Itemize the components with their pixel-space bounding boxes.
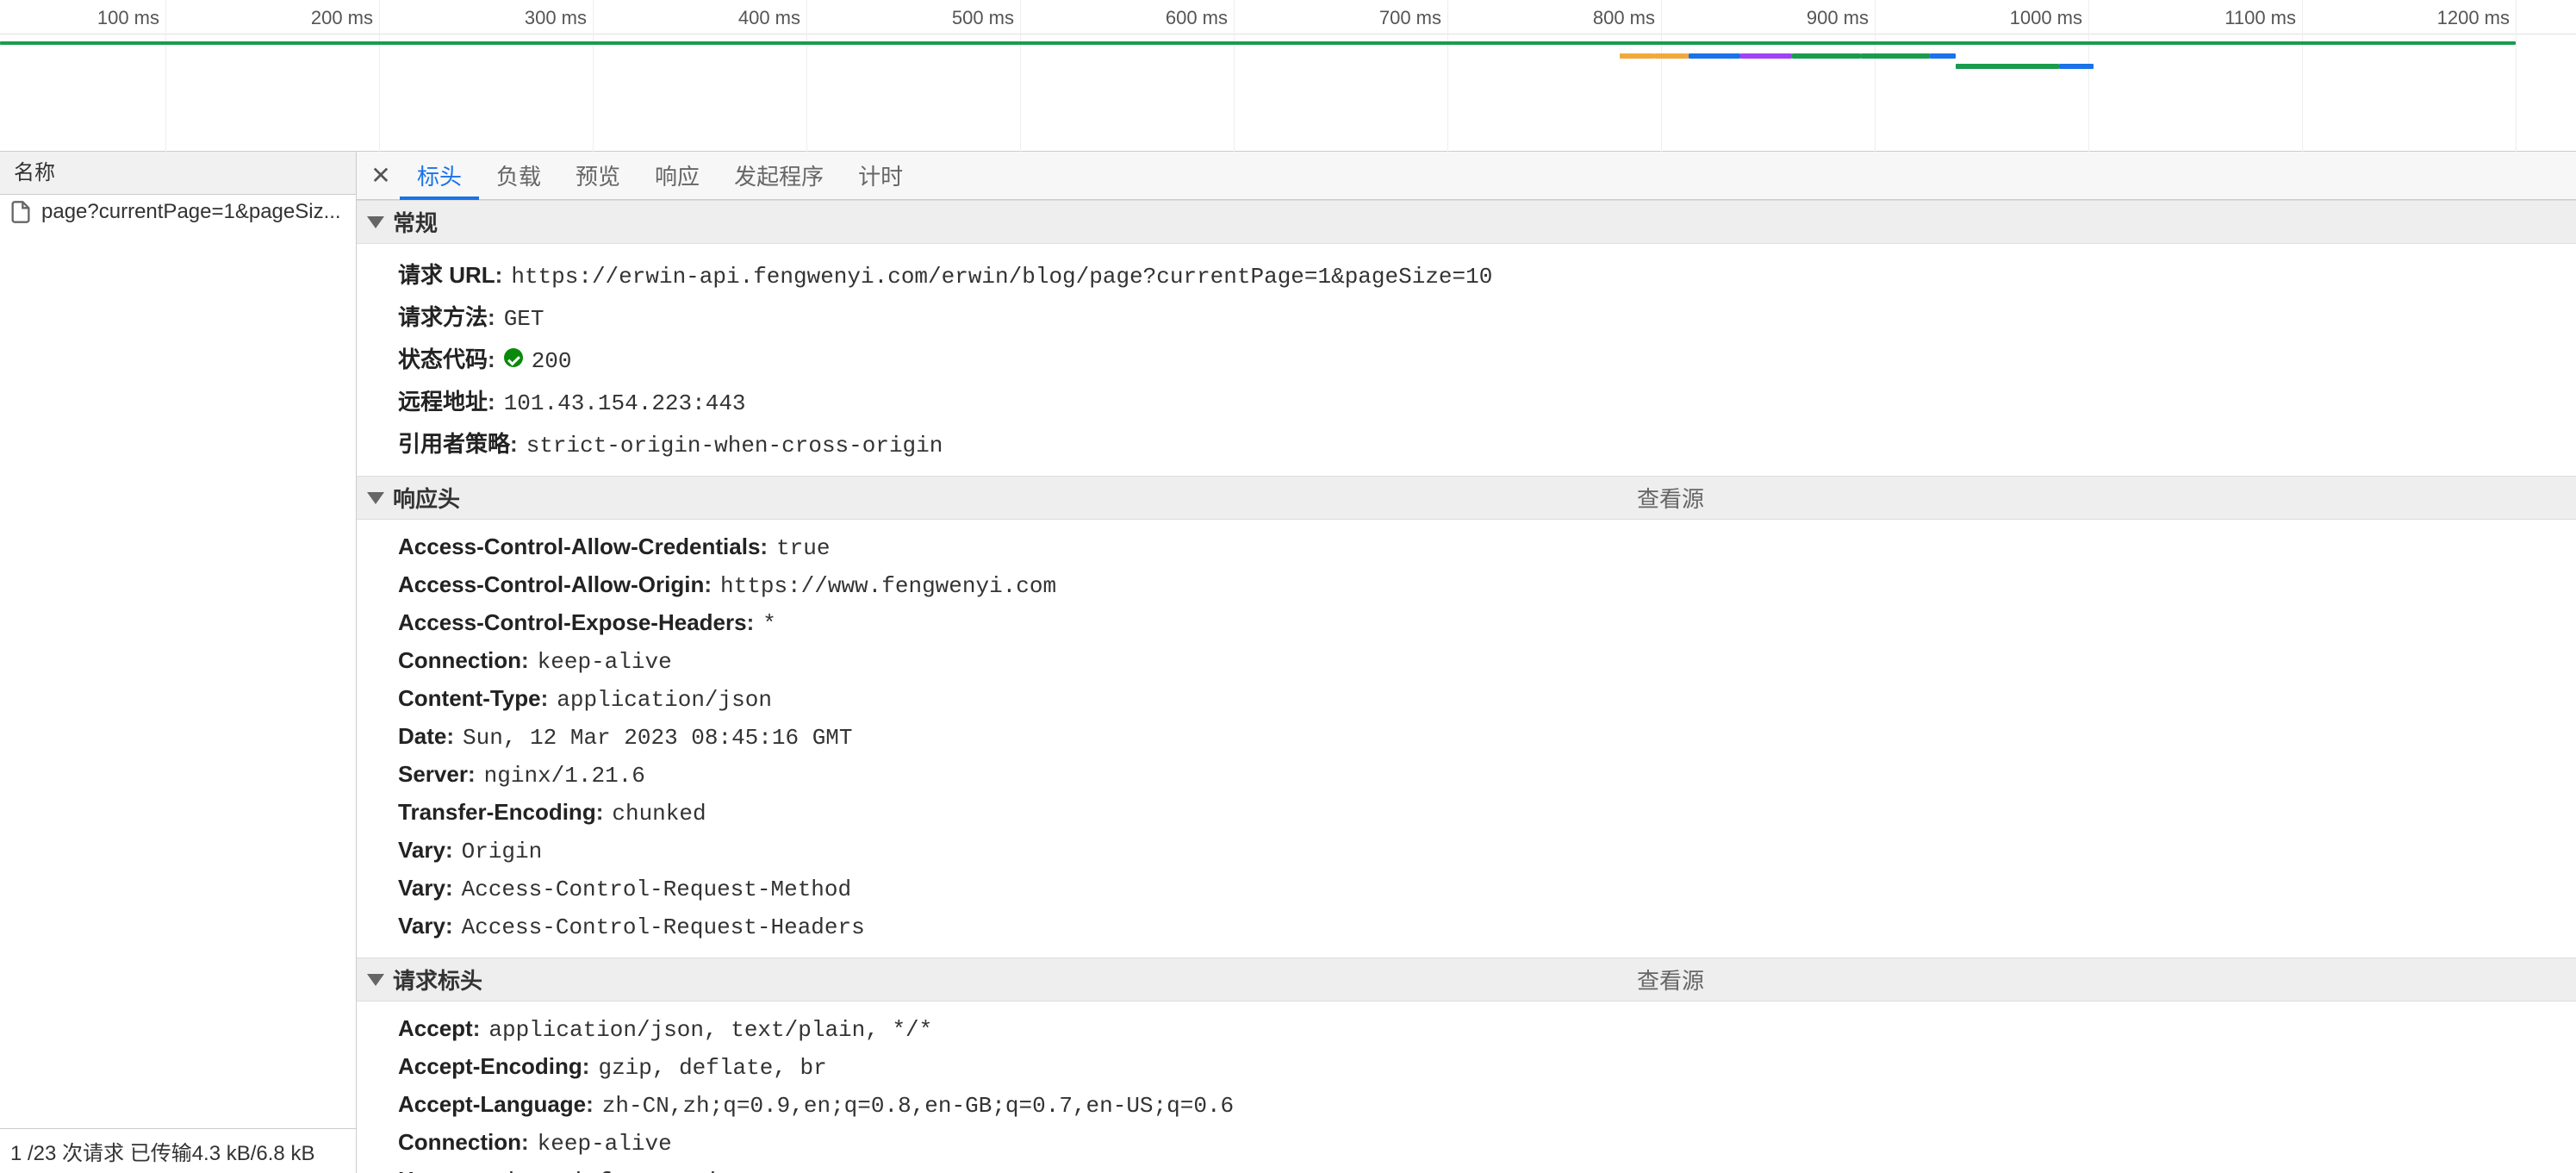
tick-label: 1200 ms	[2437, 7, 2510, 29]
field-label: Vary	[398, 837, 445, 864]
request-list-panel: 名称 page?currentPage=1&pageSiz... 1 /23 次…	[0, 152, 357, 1173]
headers-panel[interactable]: 常规 请求 URL:https://erwin-api.fengwenyi.co…	[357, 200, 2576, 1173]
field-value: nginx/1.21.6	[484, 763, 645, 789]
field-label: 状态代码	[398, 342, 488, 374]
field-label: Access-Control-Allow-Origin	[398, 571, 704, 598]
field-label: Vary	[398, 913, 445, 939]
field-value: Origin	[462, 839, 543, 864]
field-label: 请求方法	[398, 300, 488, 332]
timeline-waterfall	[0, 53, 2576, 62]
field-value: keep-alive	[538, 1131, 672, 1157]
status-ok-icon	[504, 348, 523, 367]
tab-headers[interactable]: 标头	[400, 152, 479, 200]
field-value: 101.43.154.223:443	[504, 390, 746, 416]
document-icon	[9, 200, 33, 224]
field-value: 200	[532, 348, 572, 374]
chevron-down-icon	[367, 974, 384, 986]
field-label: 引用者策略	[398, 427, 510, 459]
response-headers-section-header[interactable]: 响应头 查看源	[357, 476, 2576, 520]
field-value: gzip, deflate, br	[598, 1055, 826, 1081]
field-label: Accept-Language	[398, 1091, 586, 1118]
tick-label: 100 ms	[97, 7, 159, 29]
tick-label: 1000 ms	[2010, 7, 2082, 29]
tick-label: 1100 ms	[2224, 7, 2296, 29]
tick-label: 400 ms	[738, 7, 800, 29]
request-list[interactable]: page?currentPage=1&pageSiz...	[0, 195, 356, 1128]
section-title: 请求标头	[393, 964, 482, 995]
field-value: true	[776, 535, 830, 561]
field-value: https://www.fengwenyi.com	[720, 573, 1056, 599]
tick-label: 800 ms	[1593, 7, 1655, 29]
chevron-down-icon	[367, 492, 384, 504]
response-headers-section: Access-Control-Allow-Credentials:true Ac…	[357, 520, 2576, 958]
section-title: 常规	[393, 206, 438, 238]
field-label: Connection	[398, 647, 521, 674]
field-value: chunked	[612, 801, 706, 827]
timeline-track	[0, 41, 2576, 48]
general-section: 请求 URL:https://erwin-api.fengwenyi.com/e…	[357, 244, 2576, 476]
field-label: 请求 URL	[398, 258, 495, 290]
timeline-overview[interactable]: 100 ms 200 ms 300 ms 400 ms 500 ms 600 m…	[0, 0, 2576, 152]
field-value: Access-Control-Request-Headers	[462, 914, 865, 940]
view-source-link[interactable]: 查看源	[1637, 482, 1704, 514]
view-source-link[interactable]: 查看源	[1637, 964, 1704, 995]
field-label: Content-Type	[398, 685, 541, 712]
field-value: Sun, 12 Mar 2023 08:45:16 GMT	[463, 725, 852, 751]
field-label: Server	[398, 761, 468, 788]
section-title: 响应头	[393, 482, 460, 514]
field-label: Access-Control-Expose-Headers	[398, 609, 747, 636]
request-name: page?currentPage=1&pageSiz...	[41, 200, 341, 224]
field-value: strict-origin-when-cross-origin	[526, 433, 943, 459]
field-label: Accept	[398, 1015, 473, 1042]
details-tabs: ✕ 标头 负载 预览 响应 发起程序 计时	[357, 152, 2576, 200]
tab-initiator[interactable]: 发起程序	[717, 152, 841, 200]
field-label: Vary	[398, 875, 445, 902]
field-value: https://erwin-api.fengwenyi.com/erwin/bl…	[511, 264, 1492, 290]
field-label: Access-Control-Allow-Credentials	[398, 533, 760, 560]
tab-payload[interactable]: 负载	[479, 152, 558, 200]
tab-response[interactable]: 响应	[638, 152, 717, 200]
close-icon[interactable]: ✕	[362, 157, 400, 195]
chevron-down-icon	[367, 216, 384, 228]
field-value: *	[762, 611, 776, 637]
field-label: Date	[398, 723, 446, 750]
field-label: Connection	[398, 1129, 521, 1156]
field-label: Accept-Encoding	[398, 1053, 582, 1080]
field-label: 远程地址	[398, 384, 488, 416]
field-value: keep-alive	[538, 649, 672, 675]
field-value: GET	[504, 306, 544, 332]
general-section-header[interactable]: 常规	[357, 200, 2576, 244]
timeline-ruler: 100 ms 200 ms 300 ms 400 ms 500 ms 600 m…	[0, 0, 2576, 34]
field-label: Transfer-Encoding	[398, 799, 596, 826]
field-value: application/json	[557, 687, 772, 713]
tick-label: 300 ms	[525, 7, 587, 29]
tick-label: 900 ms	[1807, 7, 1869, 29]
tick-label: 600 ms	[1166, 7, 1228, 29]
tick-label: 700 ms	[1379, 7, 1441, 29]
field-value: zh-CN,zh;q=0.9,en;q=0.8,en-GB;q=0.7,en-U…	[602, 1093, 1234, 1119]
request-row[interactable]: page?currentPage=1&pageSiz...	[0, 195, 356, 229]
field-label: Host	[398, 1167, 448, 1173]
request-list-header: 名称	[0, 152, 356, 195]
field-value: Access-Control-Request-Method	[462, 877, 851, 902]
tick-label: 500 ms	[952, 7, 1014, 29]
field-value: application/json, text/plain, */*	[488, 1017, 932, 1043]
request-summary: 1 /23 次请求 已传输4.3 kB/6.8 kB	[0, 1128, 356, 1173]
tab-timing[interactable]: 计时	[841, 152, 920, 200]
request-headers-section-header[interactable]: 请求标头 查看源	[357, 958, 2576, 1001]
field-value: erwin-api.fengwenyi.com	[464, 1169, 773, 1173]
tick-label: 200 ms	[311, 7, 373, 29]
tab-preview[interactable]: 预览	[558, 152, 638, 200]
request-details-panel: ✕ 标头 负载 预览 响应 发起程序 计时 常规 请求 URL:https://…	[357, 152, 2576, 1173]
request-headers-section: Accept:application/json, text/plain, */*…	[357, 1001, 2576, 1173]
